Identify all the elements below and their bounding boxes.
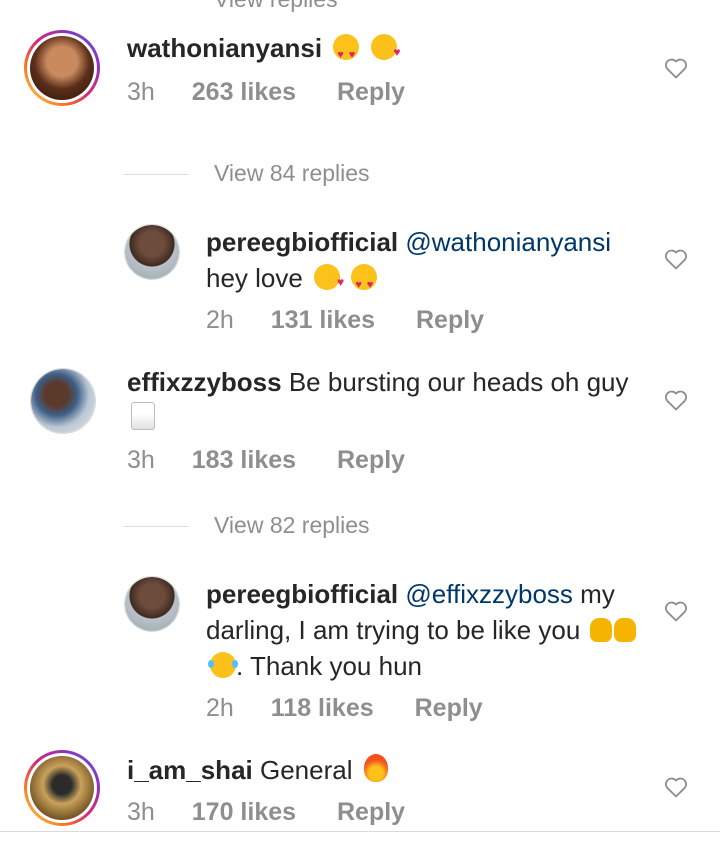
timestamp: 3h <box>127 446 155 474</box>
heart-outline-icon[interactable] <box>664 600 688 622</box>
likes-count[interactable]: 183 likes <box>192 446 296 475</box>
avatar-image <box>31 369 95 433</box>
divider-line <box>124 526 188 527</box>
username[interactable]: i_am_shai <box>127 755 253 785</box>
likes-count[interactable]: 263 likes <box>192 78 296 107</box>
tears-of-joy-emoji <box>208 652 238 678</box>
heart-eyes-emoji <box>333 34 360 73</box>
timestamp: 2h <box>206 306 234 334</box>
bottom-divider <box>0 831 720 832</box>
username[interactable]: effixzzyboss <box>127 367 282 397</box>
avatar[interactable] <box>24 750 100 826</box>
comment-text: Be bursting our heads oh guy <box>288 367 629 397</box>
reply-button[interactable]: Reply <box>415 694 483 723</box>
username[interactable]: pereegbiofficial <box>206 227 398 257</box>
comment-meta: 3h 170 likes Reply <box>127 798 405 827</box>
comment-text: General <box>259 755 353 785</box>
timestamp: 3h <box>127 78 155 106</box>
comment-body: pereegbiofficial @wathonianyansi hey lov… <box>206 224 646 303</box>
view-replies-label: View 82 replies <box>214 512 370 538</box>
heart-outline-icon[interactable] <box>664 248 688 270</box>
username[interactable]: wathonianyansi <box>127 33 322 63</box>
smiling-face-with-hearts-emoji <box>370 34 401 70</box>
mention-link[interactable]: @effixzzyboss <box>405 579 573 609</box>
clinking-glasses-emoji <box>131 402 155 430</box>
comment-meta: 3h 183 likes Reply <box>127 446 405 475</box>
comment-body: i_am_shai General <box>127 752 647 788</box>
reply-button[interactable]: Reply <box>337 798 405 827</box>
heart-outline-icon[interactable] <box>664 389 688 411</box>
fire-emoji <box>363 754 388 782</box>
avatar[interactable] <box>124 224 180 280</box>
avatar[interactable] <box>24 30 100 106</box>
comment-body: wathonianyansi <box>127 30 647 73</box>
timestamp: 2h <box>206 694 234 722</box>
comment-meta: 2h 131 likes Reply <box>206 306 484 335</box>
heart-eyes-emoji <box>351 264 378 303</box>
reply-button[interactable]: Reply <box>337 446 405 475</box>
heart-outline-icon[interactable] <box>664 776 688 798</box>
raising-hands-emoji <box>613 618 636 642</box>
username[interactable]: pereegbiofficial <box>206 579 398 609</box>
avatar-image <box>30 756 94 820</box>
likes-count[interactable]: 118 likes <box>271 694 374 723</box>
reply-button[interactable]: Reply <box>416 306 484 335</box>
comment-meta: 3h 263 likes Reply <box>127 78 405 107</box>
avatar[interactable] <box>124 576 180 632</box>
view-replies-button[interactable]: View 84 replies <box>0 160 720 190</box>
view-replies-button[interactable]: View 82 replies <box>0 512 720 542</box>
avatar-image <box>125 577 179 631</box>
raising-hands-emoji <box>589 618 612 642</box>
comment-meta: 2h 118 likes Reply <box>206 694 483 723</box>
comment-text-after: . Thank you hun <box>236 651 422 681</box>
likes-count[interactable]: 170 likes <box>192 798 296 827</box>
view-replies-label: View 84 replies <box>214 160 370 186</box>
hugging-face-emoji <box>314 264 344 300</box>
avatar-image <box>125 225 179 279</box>
divider-line <box>124 174 188 175</box>
likes-count[interactable]: 131 likes <box>271 306 375 335</box>
avatar-image <box>30 36 94 100</box>
reply-button[interactable]: Reply <box>337 78 405 107</box>
heart-outline-icon[interactable] <box>664 57 688 79</box>
comment-body: effixzzyboss Be bursting our heads oh gu… <box>127 364 647 436</box>
avatar[interactable] <box>30 368 96 434</box>
timestamp: 3h <box>127 798 155 826</box>
comment-text: hey love <box>206 263 303 293</box>
mention-link[interactable]: @wathonianyansi <box>405 227 611 257</box>
view-replies-label: View replies <box>214 0 338 13</box>
comment-body: pereegbiofficial @effixzzyboss my darlin… <box>206 576 646 684</box>
view-replies-partial[interactable]: View replies <box>0 0 720 12</box>
